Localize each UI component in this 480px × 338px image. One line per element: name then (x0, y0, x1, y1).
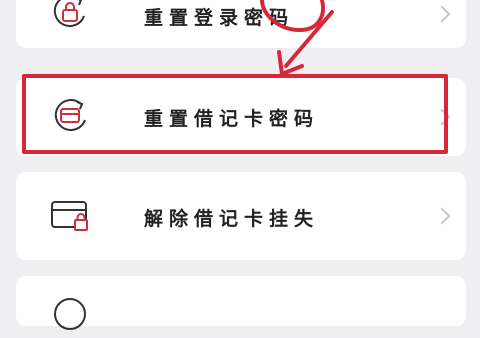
menu-item-label: 重置登录密码 (144, 7, 295, 29)
menu-item-label: 解除借记卡挂失 (144, 208, 320, 230)
menu-item-partial[interactable] (16, 276, 466, 330)
menu-item-reset-debit-card-password[interactable]: 重置借记卡密码 (16, 78, 466, 156)
chevron-right-icon (433, 108, 451, 126)
menu-item-cancel-debit-card-loss-report[interactable]: 解除借记卡挂失 (16, 172, 466, 260)
card-reset-icon (50, 95, 90, 135)
menu-item-label: 重置借记卡密码 (144, 108, 320, 130)
chevron-right-icon (433, 207, 451, 225)
menu-item-reset-login-password[interactable]: 重置登录密码 (16, 0, 466, 48)
circle-icon (50, 294, 90, 334)
lock-reset-icon (50, 0, 90, 32)
card-lock-icon (50, 196, 90, 236)
chevron-right-icon (433, 5, 451, 23)
